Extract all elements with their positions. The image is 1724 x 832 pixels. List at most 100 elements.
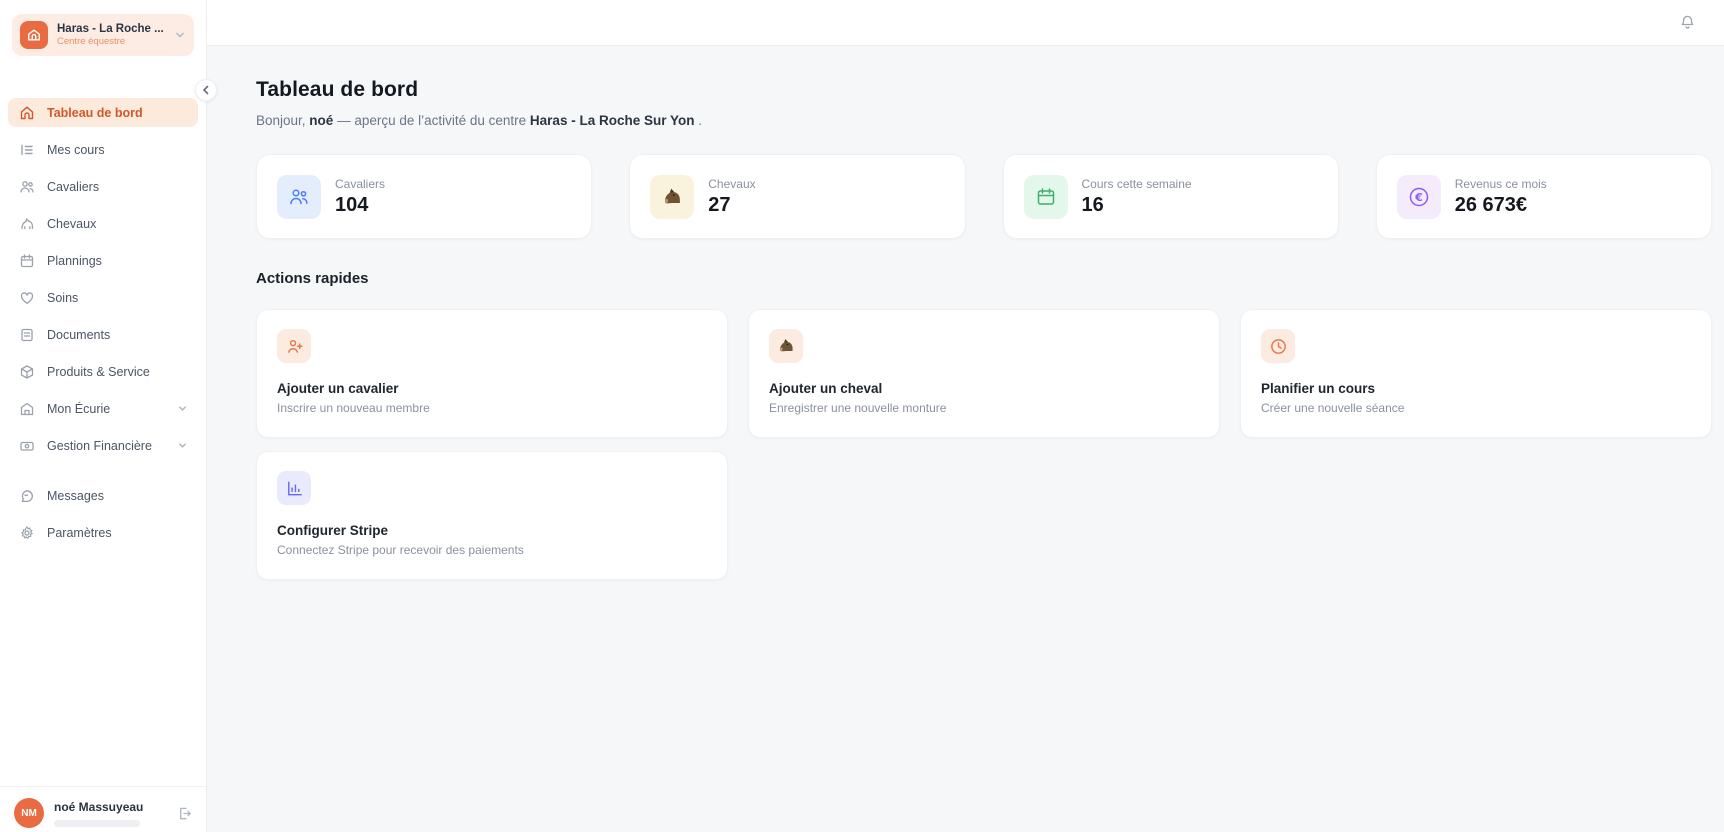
- quick-actions-title: Actions rapides: [256, 270, 1712, 287]
- avatar: NM: [14, 798, 44, 828]
- chevron-down-icon: [177, 440, 188, 451]
- logout-icon: [177, 806, 192, 821]
- banknote-icon: [18, 438, 35, 454]
- action-description: Inscrire un nouveau membre: [277, 401, 707, 415]
- sidebar-item-label: Mon Écurie: [47, 402, 110, 416]
- greeting-user-name: noé: [309, 113, 333, 128]
- workspace-name: Haras - La Roche ...: [57, 23, 165, 35]
- euro-icon: €: [1397, 175, 1441, 219]
- sidebar-item-label: Produits & Service: [47, 365, 150, 379]
- sidebar-collapse-button[interactable]: [195, 79, 217, 101]
- stat-value: 27: [708, 194, 755, 217]
- action-card-ajouter-cheval[interactable]: Ajouter un cheval Enregistrer une nouvel…: [748, 309, 1220, 438]
- dashboard-content: Tableau de bord Bonjour, noé — aperçu de…: [207, 46, 1724, 580]
- action-description: Connectez Stripe pour recevoir des paiem…: [277, 543, 707, 557]
- action-description: Créer une nouvelle séance: [1261, 401, 1691, 415]
- sidebar-item-gestion-financiere[interactable]: Gestion Financière: [8, 431, 198, 460]
- stat-value: 26 673€: [1455, 194, 1547, 217]
- chevron-left-icon: [201, 85, 211, 95]
- sidebar-item-label: Chevaux: [47, 217, 96, 231]
- user-menu[interactable]: NM noé Massuyeau: [0, 786, 206, 832]
- heart-icon: [18, 290, 35, 306]
- sidebar-item-documents[interactable]: Documents: [8, 320, 198, 349]
- user-secondary-text: [54, 820, 140, 827]
- add-rider-icon: [277, 329, 311, 363]
- quick-actions-grid: Ajouter un cavalier Inscrire un nouveau …: [256, 309, 1712, 580]
- stat-label: Chevaux: [708, 177, 755, 191]
- stat-card-cours-semaine: Cours cette semaine 16: [1003, 154, 1339, 239]
- stats-row: Cavaliers 104 Chevaux: [256, 154, 1712, 239]
- sidebar-nav: Tableau de bord Mes cours Cavaliers Chev…: [0, 98, 206, 547]
- stat-value: 16: [1082, 194, 1192, 217]
- sidebar-item-label: Gestion Financière: [47, 439, 152, 453]
- chevron-down-icon: [177, 403, 188, 414]
- chevron-down-icon: [174, 29, 186, 41]
- horse-icon: [650, 175, 694, 219]
- document-icon: [18, 327, 35, 343]
- calendar-icon: [1024, 175, 1068, 219]
- sidebar-item-soins[interactable]: Soins: [8, 283, 198, 312]
- action-description: Enregistrer une nouvelle monture: [769, 401, 1199, 415]
- horse-outline-icon: [18, 216, 35, 232]
- stat-value: 104: [335, 194, 385, 217]
- sidebar: Haras - La Roche ... Centre équestre Tab…: [0, 0, 207, 832]
- home-icon: [18, 105, 35, 121]
- sidebar-item-label: Mes cours: [47, 143, 105, 157]
- action-card-ajouter-cavalier[interactable]: Ajouter un cavalier Inscrire un nouveau …: [256, 309, 728, 438]
- greeting-text: Bonjour, noé — aperçu de l’activité du c…: [256, 113, 1712, 128]
- gear-icon: [18, 525, 35, 541]
- sidebar-item-label: Documents: [47, 328, 110, 342]
- user-name: noé Massuyeau: [54, 800, 167, 814]
- page-title: Tableau de bord: [256, 78, 1712, 102]
- horse-icon: [769, 329, 803, 363]
- sidebar-item-label: Cavaliers: [47, 180, 99, 194]
- stat-card-cavaliers: Cavaliers 104: [256, 154, 592, 239]
- riders-icon: [277, 175, 321, 219]
- package-icon: [18, 364, 35, 380]
- chat-icon: [18, 488, 35, 504]
- sidebar-item-mes-cours[interactable]: Mes cours: [8, 135, 198, 164]
- bar-chart-icon: [277, 471, 311, 505]
- greeting-center-name: Haras - La Roche Sur Yon: [530, 113, 695, 128]
- riders-icon: [18, 179, 35, 195]
- sidebar-item-mon-ecurie[interactable]: Mon Écurie: [8, 394, 198, 423]
- barn-icon: [18, 401, 35, 417]
- sidebar-item-label: Tableau de bord: [47, 106, 143, 120]
- sidebar-item-tableau-de-bord[interactable]: Tableau de bord: [8, 98, 198, 127]
- clock-icon: [1261, 329, 1295, 363]
- sidebar-item-label: Messages: [47, 489, 104, 503]
- stat-label: Revenus ce mois: [1455, 177, 1547, 191]
- stat-card-chevaux: Chevaux 27: [629, 154, 965, 239]
- action-card-configurer-stripe[interactable]: Configurer Stripe Connectez Stripe pour …: [256, 451, 728, 580]
- workspace-logo: [20, 21, 48, 49]
- sidebar-item-label: Paramètres: [47, 526, 112, 540]
- stable-icon: [27, 28, 41, 42]
- sidebar-item-plannings[interactable]: Plannings: [8, 246, 198, 275]
- stat-card-revenus: € Revenus ce mois 26 673€: [1376, 154, 1712, 239]
- main-area: Tableau de bord Bonjour, noé — aperçu de…: [207, 0, 1724, 832]
- calendar-icon: [18, 253, 35, 269]
- workspace-type: Centre équestre: [57, 36, 165, 47]
- action-card-planifier-cours[interactable]: Planifier un cours Créer une nouvelle sé…: [1240, 309, 1712, 438]
- sidebar-item-messages[interactable]: Messages: [8, 481, 198, 510]
- sidebar-item-label: Soins: [47, 291, 78, 305]
- svg-text:€: €: [1414, 190, 1423, 203]
- sidebar-item-produits-service[interactable]: Produits & Service: [8, 357, 198, 386]
- action-title: Ajouter un cheval: [769, 381, 1199, 396]
- logout-button[interactable]: [177, 806, 192, 821]
- sidebar-item-cavaliers[interactable]: Cavaliers: [8, 172, 198, 201]
- action-title: Ajouter un cavalier: [277, 381, 707, 396]
- workspace-selector[interactable]: Haras - La Roche ... Centre équestre: [12, 14, 194, 56]
- sidebar-item-label: Plannings: [47, 254, 102, 268]
- action-title: Planifier un cours: [1261, 381, 1691, 396]
- sidebar-item-chevaux[interactable]: Chevaux: [8, 209, 198, 238]
- bell-icon: [1679, 14, 1696, 31]
- stat-label: Cours cette semaine: [1082, 177, 1192, 191]
- list-icon: [18, 142, 35, 158]
- action-title: Configurer Stripe: [277, 523, 707, 538]
- topbar: [207, 0, 1724, 46]
- sidebar-item-parametres[interactable]: Paramètres: [8, 518, 198, 547]
- app-root: Haras - La Roche ... Centre équestre Tab…: [0, 0, 1724, 832]
- notifications-button[interactable]: [1679, 14, 1696, 31]
- stat-label: Cavaliers: [335, 177, 385, 191]
